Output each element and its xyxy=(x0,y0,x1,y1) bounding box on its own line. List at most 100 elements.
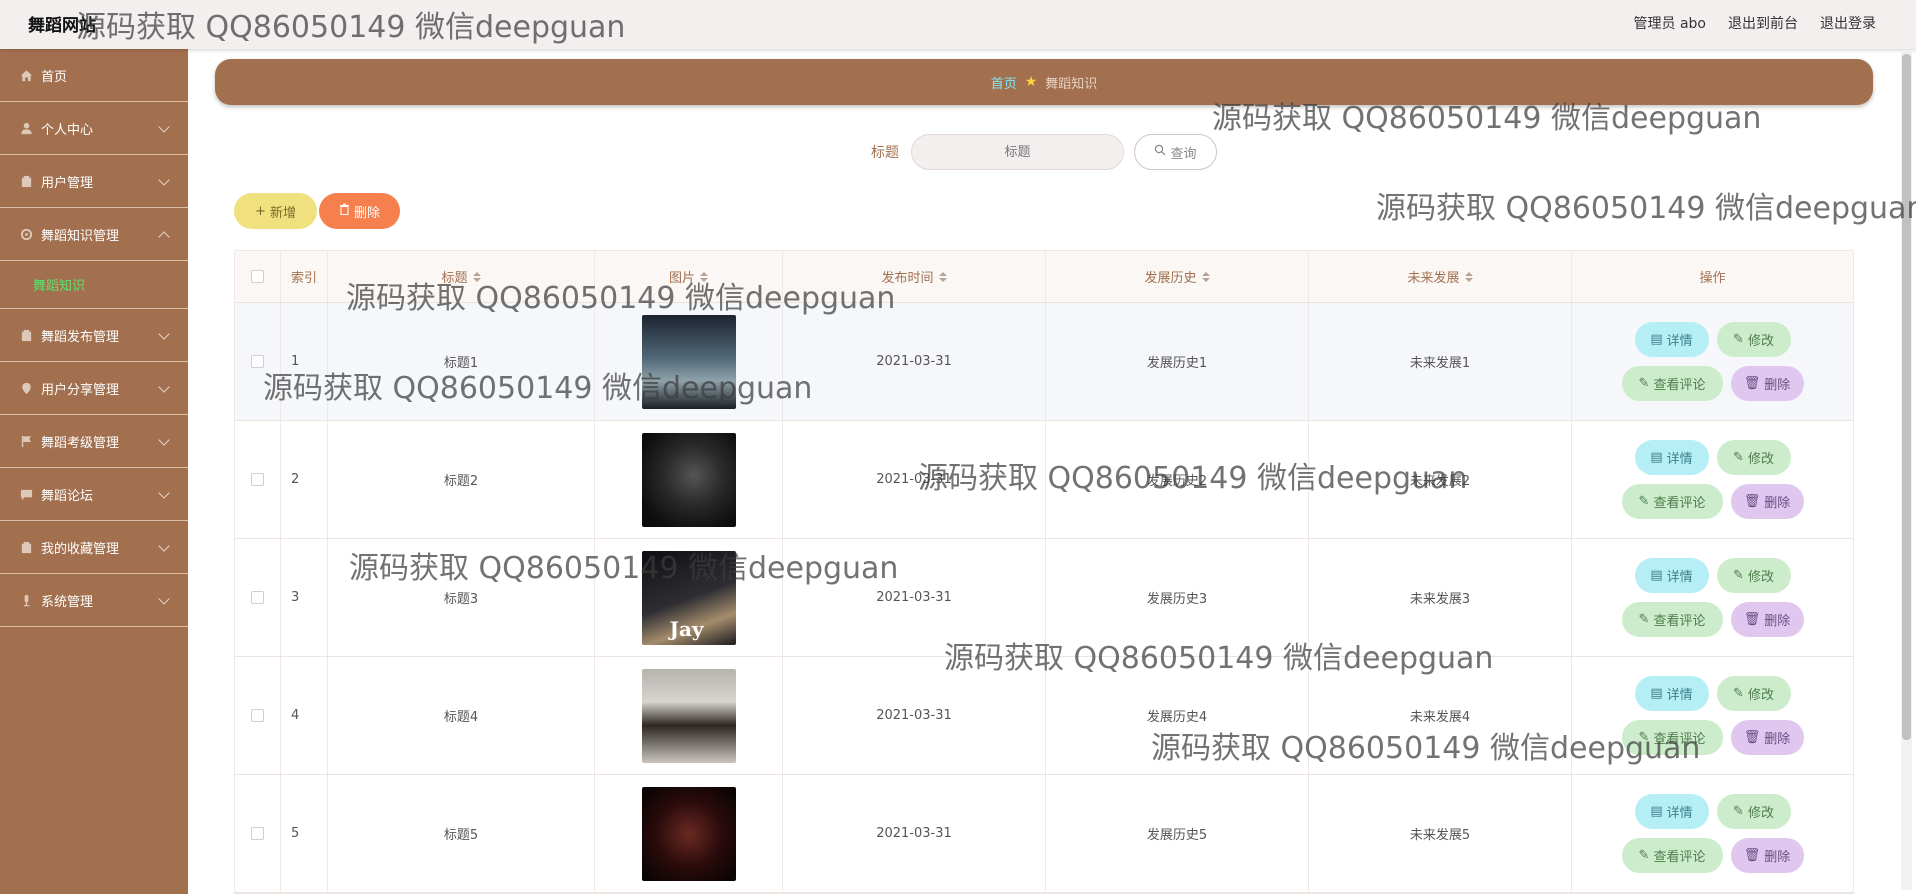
back-to-front-link[interactable]: 退出到前台 xyxy=(1728,13,1798,33)
home-icon xyxy=(19,68,33,82)
sidebar-item-label: 舞蹈考级管理 xyxy=(41,435,120,451)
view-comments-label: 查看评论 xyxy=(1653,496,1706,511)
row-checkbox[interactable] xyxy=(251,473,264,486)
box-icon xyxy=(19,328,33,342)
gear-icon xyxy=(19,227,33,241)
detail-button[interactable]: ▤ 详情 xyxy=(1634,794,1709,829)
main-panel: 标题 查询 + 新增 删除 索引 标题 图片 发布时间 发展历史 未来发展 操作 xyxy=(215,113,1873,894)
document-icon: ▤ xyxy=(1650,686,1663,701)
detail-button[interactable]: ▤ 详情 xyxy=(1634,676,1709,711)
logout-link[interactable]: 退出登录 xyxy=(1820,13,1876,33)
detail-button-label: 详情 xyxy=(1666,806,1693,821)
row-title: 标题5 xyxy=(328,775,595,892)
view-comments-label: 查看评论 xyxy=(1653,614,1706,629)
edit-button[interactable]: ✎ 修改 xyxy=(1716,558,1791,593)
bulk-delete-button[interactable]: 删除 xyxy=(319,193,400,229)
trash-icon: 🗑 xyxy=(1743,494,1761,509)
box-icon xyxy=(19,540,33,554)
view-comments-button[interactable]: ✎ 查看评论 xyxy=(1621,838,1723,873)
detail-button-label: 详情 xyxy=(1666,688,1693,703)
row-index: 1 xyxy=(281,303,328,420)
pencil-icon: ✎ xyxy=(1733,804,1744,819)
row-thumbnail[interactable] xyxy=(641,314,736,409)
view-comments-button[interactable]: ✎ 查看评论 xyxy=(1621,720,1723,755)
delete-button[interactable]: 🗑 删除 xyxy=(1730,720,1804,755)
sidebar-item-my-favorites-management[interactable]: 我的收藏管理 xyxy=(0,521,188,574)
breadcrumb-home-link[interactable]: 首页 xyxy=(991,73,1017,92)
row-publish-time: 2021-03-31 xyxy=(783,303,1046,420)
sidebar-item-dance-forum[interactable]: 舞蹈论坛 xyxy=(0,468,188,521)
thumbnail-text: Jay xyxy=(669,616,704,641)
edit-button-label: 修改 xyxy=(1747,334,1774,349)
row-image-cell xyxy=(595,303,783,420)
edit-button-label: 修改 xyxy=(1747,570,1774,585)
detail-button[interactable]: ▤ 详情 xyxy=(1634,440,1709,475)
edit-button-label: 修改 xyxy=(1747,688,1774,703)
detail-button[interactable]: ▤ 详情 xyxy=(1634,558,1709,593)
row-checkbox[interactable] xyxy=(251,709,264,722)
delete-button[interactable]: 🗑 删除 xyxy=(1730,838,1804,873)
view-comments-button[interactable]: ✎ 查看评论 xyxy=(1621,484,1723,519)
header-publish-time-label: 发布时间 xyxy=(881,271,934,286)
select-all-checkbox[interactable] xyxy=(251,270,264,283)
document-icon: ▤ xyxy=(1650,568,1663,583)
sidebar-item-dance-grading-management[interactable]: 舞蹈考级管理 xyxy=(0,415,188,468)
row-thumbnail[interactable] xyxy=(641,668,736,763)
row-index: 3 xyxy=(281,539,328,656)
chevron-down-icon xyxy=(158,540,170,552)
chevron-up-icon xyxy=(158,231,170,243)
row-checkbox[interactable] xyxy=(251,591,264,604)
sidebar-item-dance-publish-management[interactable]: 舞蹈发布管理 xyxy=(0,309,188,362)
sidebar-item-personal-center[interactable]: 个人中心 xyxy=(0,102,188,155)
sidebar-item-home[interactable]: 首页 xyxy=(0,49,188,102)
delete-button-label: 删除 xyxy=(1764,378,1791,393)
sidebar-item-user-management[interactable]: 用户管理 xyxy=(0,155,188,208)
pencil-icon: ✎ xyxy=(1638,612,1650,627)
row-thumbnail[interactable]: Jay xyxy=(641,550,736,645)
bulk-delete-label: 删除 xyxy=(353,205,380,221)
pencil-icon: ✎ xyxy=(1638,376,1650,391)
page-scrollbar[interactable] xyxy=(1901,52,1912,890)
sidebar-subitem-dance-knowledge[interactable]: 舞蹈知识 xyxy=(0,261,188,309)
header-publish-time[interactable]: 发布时间 xyxy=(783,251,1046,302)
table-row: 4 标题4 2021-03-31 发展历史4 未来发展4 ▤ 详情 ✎ 修改 ✎ 查看评… xyxy=(235,657,1853,775)
pencil-icon: ✎ xyxy=(1733,450,1744,465)
title-search-input[interactable] xyxy=(911,134,1124,170)
detail-button-label: 详情 xyxy=(1666,334,1693,349)
sidebar-item-dance-knowledge-management[interactable]: 舞蹈知识管理 xyxy=(0,208,188,261)
sort-icon xyxy=(938,271,947,282)
row-thumbnail[interactable] xyxy=(641,432,736,527)
edit-button[interactable]: ✎ 修改 xyxy=(1716,676,1791,711)
delete-button[interactable]: 🗑 删除 xyxy=(1730,602,1804,637)
row-actions: ▤ 详情 ✎ 修改 ✎ 查看评论 🗑 删除 xyxy=(1572,421,1853,538)
row-thumbnail[interactable] xyxy=(641,786,736,881)
view-comments-button[interactable]: ✎ 查看评论 xyxy=(1621,366,1723,401)
delete-button-label: 删除 xyxy=(1764,732,1791,747)
scrollbar-thumb[interactable] xyxy=(1902,54,1911,740)
message-icon xyxy=(19,487,33,501)
detail-button[interactable]: ▤ 详情 xyxy=(1634,322,1709,357)
sidebar-item-user-share-management[interactable]: 用户分享管理 xyxy=(0,362,188,415)
edit-button[interactable]: ✎ 修改 xyxy=(1716,440,1791,475)
row-checkbox[interactable] xyxy=(251,355,264,368)
header-title[interactable]: 标题 xyxy=(328,251,595,302)
row-checkbox[interactable] xyxy=(251,827,264,840)
delete-button-label: 删除 xyxy=(1764,850,1791,865)
search-button[interactable]: 查询 xyxy=(1134,134,1217,170)
header-history[interactable]: 发展历史 xyxy=(1046,251,1309,302)
add-button[interactable]: + 新增 xyxy=(234,193,317,229)
header-index: 索引 xyxy=(281,251,328,302)
sidebar: 首页 个人中心 用户管理 舞蹈知识管理 舞蹈知识 舞蹈发布管理 用户分享管理 舞… xyxy=(0,49,188,894)
delete-button[interactable]: 🗑 删除 xyxy=(1730,366,1804,401)
sidebar-item-system-management[interactable]: 系统管理 xyxy=(0,574,188,627)
sidebar-item-label: 我的收藏管理 xyxy=(41,541,120,557)
header-future-label: 未来发展 xyxy=(1407,271,1460,286)
row-index: 5 xyxy=(281,775,328,892)
view-comments-button[interactable]: ✎ 查看评论 xyxy=(1621,602,1723,637)
chevron-down-icon xyxy=(158,381,170,393)
header-image[interactable]: 图片 xyxy=(595,251,783,302)
header-future[interactable]: 未来发展 xyxy=(1309,251,1572,302)
edit-button[interactable]: ✎ 修改 xyxy=(1716,794,1791,829)
delete-button[interactable]: 🗑 删除 xyxy=(1730,484,1804,519)
edit-button[interactable]: ✎ 修改 xyxy=(1716,322,1791,357)
